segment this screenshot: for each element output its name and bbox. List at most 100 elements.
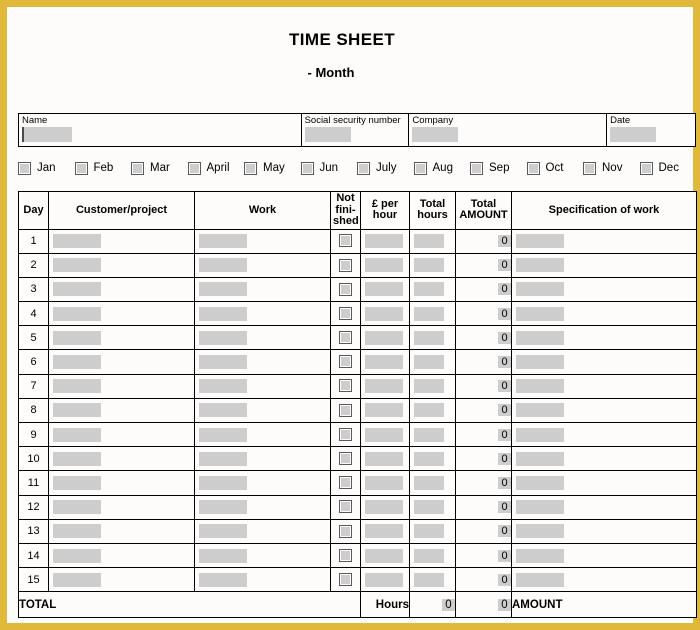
checkbox-icon[interactable] [339, 500, 352, 514]
checkbox-icon[interactable] [339, 355, 352, 369]
work-input[interactable] [199, 330, 247, 345]
month-checkbox-aug[interactable]: Aug [413, 161, 471, 175]
customer-project-input[interactable] [53, 234, 101, 249]
checkbox-icon[interactable] [357, 161, 370, 175]
checkbox-icon[interactable] [339, 427, 352, 441]
customer-project-input[interactable] [53, 379, 101, 394]
checkbox-icon[interactable] [300, 161, 314, 175]
month-checkbox-nov[interactable]: Nov [583, 161, 640, 175]
customer-project-input[interactable] [53, 524, 101, 539]
total-hours-input[interactable] [414, 524, 444, 539]
customer-project-input[interactable] [53, 475, 101, 490]
checkbox-icon[interactable] [18, 161, 31, 175]
specification-of-work-input[interactable] [516, 524, 564, 539]
total-hours-input[interactable] [414, 500, 444, 515]
specification-of-work-input[interactable] [516, 379, 564, 394]
month-checkbox-jan[interactable]: Jan [18, 161, 75, 175]
customer-project-input[interactable] [53, 572, 101, 587]
checkbox-icon[interactable] [339, 452, 352, 466]
checkbox-icon[interactable] [339, 524, 352, 538]
work-input[interactable] [199, 500, 247, 515]
checkbox-icon[interactable] [244, 161, 257, 175]
month-checkbox-sep[interactable]: Sep [470, 161, 527, 175]
checkbox-icon[interactable] [339, 258, 352, 272]
work-input[interactable] [199, 282, 247, 297]
field-social-security-number[interactable]: Social security number [302, 114, 410, 146]
rate-per-hour-input[interactable] [365, 427, 403, 442]
checkbox-icon[interactable] [187, 161, 201, 175]
checkbox-icon[interactable] [339, 331, 352, 345]
customer-project-input[interactable] [53, 500, 101, 515]
checkbox-icon[interactable] [526, 161, 540, 175]
rate-per-hour-input[interactable] [365, 524, 403, 539]
checkbox-icon[interactable] [339, 476, 352, 490]
total-hours-input[interactable] [414, 258, 444, 273]
work-input[interactable] [199, 234, 247, 249]
rate-per-hour-input[interactable] [365, 572, 403, 587]
rate-per-hour-input[interactable] [365, 306, 403, 321]
checkbox-icon[interactable] [413, 161, 427, 175]
total-hours-input[interactable] [414, 548, 444, 563]
checkbox-icon[interactable] [339, 548, 352, 562]
name-input[interactable] [22, 127, 72, 142]
specification-of-work-input[interactable] [516, 451, 564, 466]
month-checkbox-jun[interactable]: Jun [300, 161, 358, 175]
work-input[interactable] [199, 258, 247, 273]
rate-per-hour-input[interactable] [365, 330, 403, 345]
rate-per-hour-input[interactable] [365, 355, 403, 370]
work-input[interactable] [199, 403, 247, 418]
work-input[interactable] [199, 475, 247, 490]
month-checkbox-feb[interactable]: Feb [74, 161, 132, 175]
customer-project-input[interactable] [53, 330, 101, 345]
rate-per-hour-input[interactable] [365, 451, 403, 466]
checkbox-icon[interactable] [470, 161, 483, 175]
specification-of-work-input[interactable] [516, 282, 564, 297]
work-input[interactable] [199, 451, 247, 466]
rate-per-hour-input[interactable] [365, 500, 403, 515]
rate-per-hour-input[interactable] [365, 548, 403, 563]
rate-per-hour-input[interactable] [365, 403, 403, 418]
specification-of-work-input[interactable] [516, 258, 564, 273]
specification-of-work-input[interactable] [516, 500, 564, 515]
checkbox-icon[interactable] [583, 161, 596, 175]
checkbox-icon[interactable] [339, 403, 352, 417]
month-checkbox-mar[interactable]: Mar [131, 161, 188, 175]
checkbox-icon[interactable] [639, 161, 653, 175]
customer-project-input[interactable] [53, 258, 101, 273]
checkbox-icon[interactable] [74, 161, 88, 175]
checkbox-icon[interactable] [339, 282, 352, 296]
total-hours-input[interactable] [414, 330, 444, 345]
specification-of-work-input[interactable] [516, 306, 564, 321]
customer-project-input[interactable] [53, 355, 101, 370]
work-input[interactable] [199, 427, 247, 442]
total-hours-input[interactable] [414, 572, 444, 587]
total-hours-input[interactable] [414, 234, 444, 249]
total-hours-input[interactable] [414, 451, 444, 466]
social-security-number-input[interactable] [304, 127, 351, 142]
work-input[interactable] [199, 524, 247, 539]
month-checkbox-april[interactable]: April [187, 161, 245, 175]
specification-of-work-input[interactable] [516, 355, 564, 370]
specification-of-work-input[interactable] [516, 427, 564, 442]
checkbox-icon[interactable] [339, 379, 352, 393]
customer-project-input[interactable] [53, 451, 101, 466]
work-input[interactable] [199, 306, 247, 321]
field-name[interactable]: Name [19, 114, 302, 146]
specification-of-work-input[interactable] [516, 330, 564, 345]
rate-per-hour-input[interactable] [365, 379, 403, 394]
work-input[interactable] [199, 572, 247, 587]
company-input[interactable] [412, 127, 459, 142]
specification-of-work-input[interactable] [516, 234, 564, 249]
specification-of-work-input[interactable] [516, 572, 564, 587]
checkbox-icon[interactable] [339, 234, 352, 248]
total-hours-input[interactable] [414, 379, 444, 394]
customer-project-input[interactable] [53, 548, 101, 563]
month-checkbox-july[interactable]: July [357, 161, 414, 175]
month-checkbox-dec[interactable]: Dec [639, 161, 697, 175]
work-input[interactable] [199, 548, 247, 563]
checkbox-icon[interactable] [339, 306, 352, 320]
rate-per-hour-input[interactable] [365, 258, 403, 273]
checkbox-icon[interactable] [131, 161, 144, 175]
month-checkbox-oct[interactable]: Oct [526, 161, 584, 175]
customer-project-input[interactable] [53, 427, 101, 442]
